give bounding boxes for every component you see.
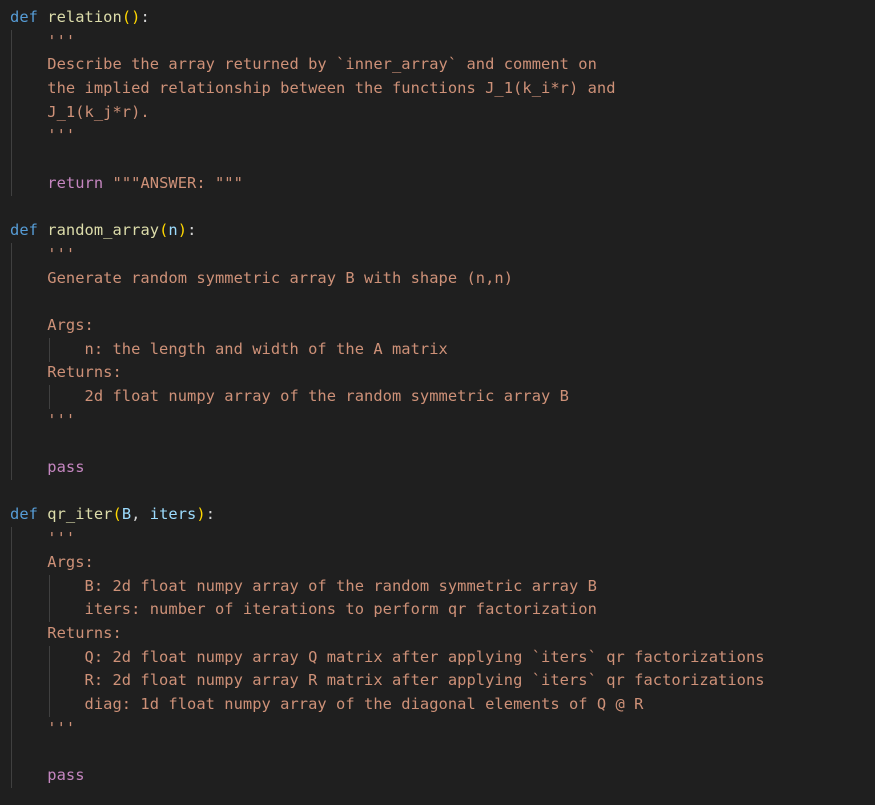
return-string: """ANSWER: """ <box>112 173 243 192</box>
code-line[interactable]: Generate random symmetric array B with s… <box>0 267 875 291</box>
param-b: B <box>121 505 132 524</box>
return-description: R: 2d float numpy array R matrix after a… <box>84 671 765 690</box>
arg-description: B: 2d float numpy array of the random sy… <box>84 576 597 595</box>
close-paren: ) <box>196 505 206 524</box>
code-line-empty[interactable] <box>0 480 875 504</box>
code-line[interactable]: Args: <box>0 551 875 575</box>
function-name: qr_iter <box>47 505 113 524</box>
args-label: Args: <box>47 552 94 571</box>
code-line[interactable]: Returns: <box>0 361 875 385</box>
code-line[interactable]: Returns: <box>0 622 875 646</box>
code-line[interactable]: R: 2d float numpy array R matrix after a… <box>0 669 875 693</box>
open-paren: ( <box>121 8 132 26</box>
close-paren: ) <box>177 221 188 240</box>
code-line[interactable]: B: 2d float numpy array of the random sy… <box>0 575 875 599</box>
code-line[interactable]: diag: 1d float numpy array of the diagon… <box>0 693 875 717</box>
param-iters: iters <box>149 505 197 524</box>
docstring-open: ''' <box>47 529 76 548</box>
docstring-text: Describe the array returned by `inner_ar… <box>47 55 597 74</box>
code-line-def-qr-iter[interactable]: def qr_iter(B, iters): <box>0 503 875 527</box>
docstring-text: J_1(k_j*r). <box>47 102 150 121</box>
return-keyword: return <box>47 173 104 192</box>
def-keyword: def <box>10 505 38 524</box>
function-name: random_array <box>47 221 160 240</box>
code-line-empty[interactable] <box>0 148 875 172</box>
function-name: relation <box>47 8 122 26</box>
code-line-empty[interactable] <box>0 290 875 314</box>
def-keyword: def <box>10 221 38 240</box>
colon: : <box>205 505 216 524</box>
code-line-empty[interactable] <box>0 196 875 220</box>
code-line[interactable]: J_1(k_j*r). <box>0 101 875 125</box>
returns-label: Returns: <box>47 623 122 642</box>
code-line-empty[interactable] <box>0 432 875 456</box>
pass-keyword: pass <box>47 766 85 784</box>
code-line-pass[interactable]: pass <box>0 764 875 788</box>
open-paren: ( <box>112 505 122 524</box>
code-line[interactable]: 2d float numpy array of the random symme… <box>0 385 875 409</box>
docstring-close: ''' <box>47 410 76 429</box>
code-line-empty[interactable] <box>0 740 875 764</box>
code-line[interactable]: n: the length and width of the A matrix <box>0 338 875 362</box>
code-line[interactable]: ''' <box>0 243 875 267</box>
def-keyword: def <box>10 8 38 26</box>
docstring-summary: Generate random symmetric array B with s… <box>47 268 514 287</box>
code-editor[interactable]: def relation(): ''' Describe the array r… <box>0 6 875 788</box>
code-line-return[interactable]: return """ANSWER: """ <box>0 172 875 196</box>
docstring-text: the implied relationship between the fun… <box>47 79 616 98</box>
returns-label: Returns: <box>47 363 122 382</box>
code-line[interactable]: ''' <box>0 527 875 551</box>
return-description: diag: 1d float numpy array of the diagon… <box>84 694 644 713</box>
code-line[interactable]: ''' <box>0 717 875 741</box>
code-line[interactable]: ''' <box>0 409 875 433</box>
return-description: Q: 2d float numpy array Q matrix after a… <box>84 647 765 666</box>
args-label: Args: <box>47 315 94 334</box>
code-line[interactable]: ''' <box>0 30 875 54</box>
return-description: 2d float numpy array of the random symme… <box>84 387 569 405</box>
code-line-pass[interactable]: pass <box>0 456 875 480</box>
code-line[interactable]: iters: number of iterations to perform q… <box>0 598 875 622</box>
code-line[interactable]: ''' <box>0 124 875 148</box>
comma: , <box>131 505 150 524</box>
arg-description: iters: number of iterations to perform q… <box>84 600 597 619</box>
open-paren: ( <box>159 221 169 240</box>
docstring-open: ''' <box>47 244 76 263</box>
docstring-open: ''' <box>47 31 76 50</box>
param-n: n <box>168 221 178 240</box>
pass-keyword: pass <box>47 458 85 477</box>
code-line[interactable]: Describe the array returned by `inner_ar… <box>0 53 875 77</box>
docstring-close: ''' <box>47 126 76 145</box>
code-line[interactable]: Q: 2d float numpy array Q matrix after a… <box>0 646 875 670</box>
arg-description: n: the length and width of the A matrix <box>84 339 448 358</box>
code-line-def-random-array[interactable]: def random_array(n): <box>0 219 875 243</box>
code-line[interactable]: Args: <box>0 314 875 338</box>
code-line[interactable]: the implied relationship between the fun… <box>0 77 875 101</box>
colon: : <box>187 221 197 240</box>
docstring-close: ''' <box>47 718 76 737</box>
code-line-def-relation[interactable]: def relation(): <box>0 6 875 30</box>
colon: : <box>140 8 150 26</box>
